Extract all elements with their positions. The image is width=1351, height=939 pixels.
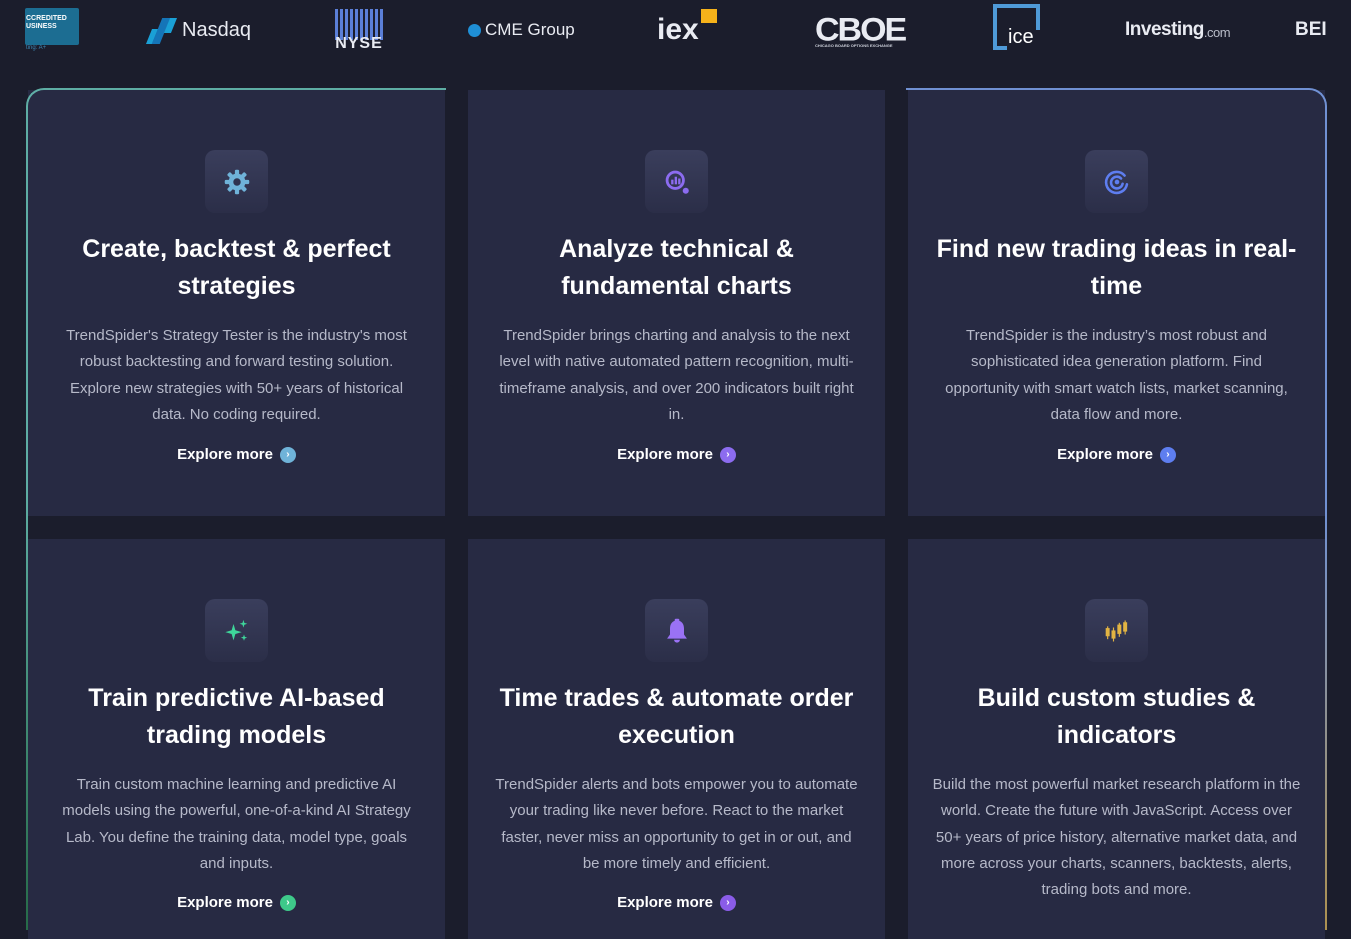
- feature-icon-tile: [1085, 150, 1148, 213]
- nyse-logo: NYSE: [334, 0, 384, 60]
- nasdaq-mark-icon: [143, 15, 178, 45]
- nasdaq-name: Nasdaq: [182, 18, 251, 41]
- feature-title: Train predictive AI-based trading models: [88, 684, 385, 749]
- bbb-line2: USINESS: [26, 23, 57, 30]
- cme-name: CME Group: [485, 20, 575, 39]
- feature-title: Analyze technical & fundamental charts: [559, 235, 794, 300]
- feature-description: Train custom machine learning and predic…: [62, 776, 411, 872]
- chevron-right-icon: ›: [1159, 446, 1176, 463]
- feature-description: TrendSpider's Strategy Tester is the ind…: [66, 327, 407, 423]
- feature-card-custom-studies: Build custom studies & indicators Build …: [908, 539, 1325, 939]
- sparkles-icon: [224, 619, 247, 641]
- iex-name: iex: [657, 13, 699, 46]
- gear-icon: [224, 169, 249, 194]
- nasdaq-logo: Nasdaq: [143, 0, 251, 60]
- feature-icon-tile: [205, 150, 268, 213]
- explore-more-link[interactable]: Explore more ›: [468, 894, 885, 911]
- feature-icon-tile: [645, 599, 708, 662]
- cboe-logo: CBOE CHICAGO BOARD OPTIONS EXCHANGE: [815, 2, 907, 59]
- bbb-line1: CCREDITED: [26, 15, 67, 22]
- explore-more-label: Explore more: [177, 446, 273, 463]
- feature-icon-tile: [645, 150, 708, 213]
- chevron-right-icon: ›: [719, 894, 736, 911]
- cboe-subtitle: CHICAGO BOARD OPTIONS EXCHANGE: [815, 43, 893, 49]
- cme-group-logo: CME Group: [468, 0, 575, 60]
- feature-description: Build the most powerful market research …: [932, 776, 1301, 899]
- explore-more-label: Explore more: [1057, 446, 1153, 463]
- feature-title: Time trades & automate order execution: [499, 684, 854, 749]
- investing-com-logo: Investing .com: [1125, 0, 1231, 60]
- ice-name: ice: [1008, 26, 1034, 48]
- feature-card-strategies: Create, backtest & perfect strategies Tr…: [28, 90, 445, 516]
- candlestick-icon: [1105, 620, 1127, 641]
- partner-logo-strip: CCREDITED USINESS ting: A+ Nasdaq NYSE C…: [0, 0, 1351, 60]
- feature-title: Build custom studies & indicators: [977, 684, 1256, 749]
- feature-title: Find new trading ideas in real-time: [936, 235, 1297, 300]
- chart-search-icon: [665, 170, 689, 194]
- feature-description: TrendSpider brings charting and analysis…: [499, 327, 854, 423]
- explore-more-link[interactable]: Explore more ›: [908, 446, 1325, 463]
- feature-title: Create, backtest & perfect strategies: [82, 235, 391, 300]
- chevron-right-icon: ›: [719, 446, 736, 463]
- investing-name: Investing: [1125, 19, 1204, 40]
- bbb-rating: ting: A+: [26, 45, 47, 51]
- ice-logo: ice: [993, 4, 1041, 50]
- explore-more-label: Explore more: [617, 894, 713, 911]
- investing-suffix: .com: [1203, 24, 1231, 40]
- radar-icon: [1104, 170, 1128, 194]
- explore-more-link[interactable]: Explore more ›: [468, 446, 885, 463]
- bbb-accredited-logo: CCREDITED USINESS: [25, 8, 79, 45]
- feature-card-ai-models: Train predictive AI-based trading models…: [28, 539, 445, 939]
- iex-logo: iex: [657, 0, 717, 60]
- nyse-name: NYSE: [335, 34, 383, 52]
- globe-icon: [468, 23, 481, 37]
- explore-more-link[interactable]: Explore more ›: [28, 446, 445, 463]
- feature-card-trading-ideas: Find new trading ideas in real-time Tren…: [908, 90, 1325, 516]
- feature-icon-tile: [205, 599, 268, 662]
- feature-card-charts: Analyze technical & fundamental charts T…: [468, 90, 885, 516]
- chevron-right-icon: ›: [279, 894, 296, 911]
- chevron-right-icon: ›: [279, 446, 296, 463]
- iex-square-icon: [701, 9, 717, 23]
- explore-more-link[interactable]: Explore more ›: [28, 894, 445, 911]
- feature-description: TrendSpider alerts and bots empower you …: [495, 776, 858, 872]
- explore-more-label: Explore more: [177, 894, 273, 911]
- feature-icon-tile: [1085, 599, 1148, 662]
- feature-description: TrendSpider is the industry’s most robus…: [945, 327, 1288, 423]
- explore-more-label: Explore more: [617, 446, 713, 463]
- partner-logo-truncated: BEI: [1295, 19, 1327, 40]
- feature-card-automation: Time trades & automate order execution T…: [468, 539, 885, 939]
- bell-icon: [666, 618, 687, 643]
